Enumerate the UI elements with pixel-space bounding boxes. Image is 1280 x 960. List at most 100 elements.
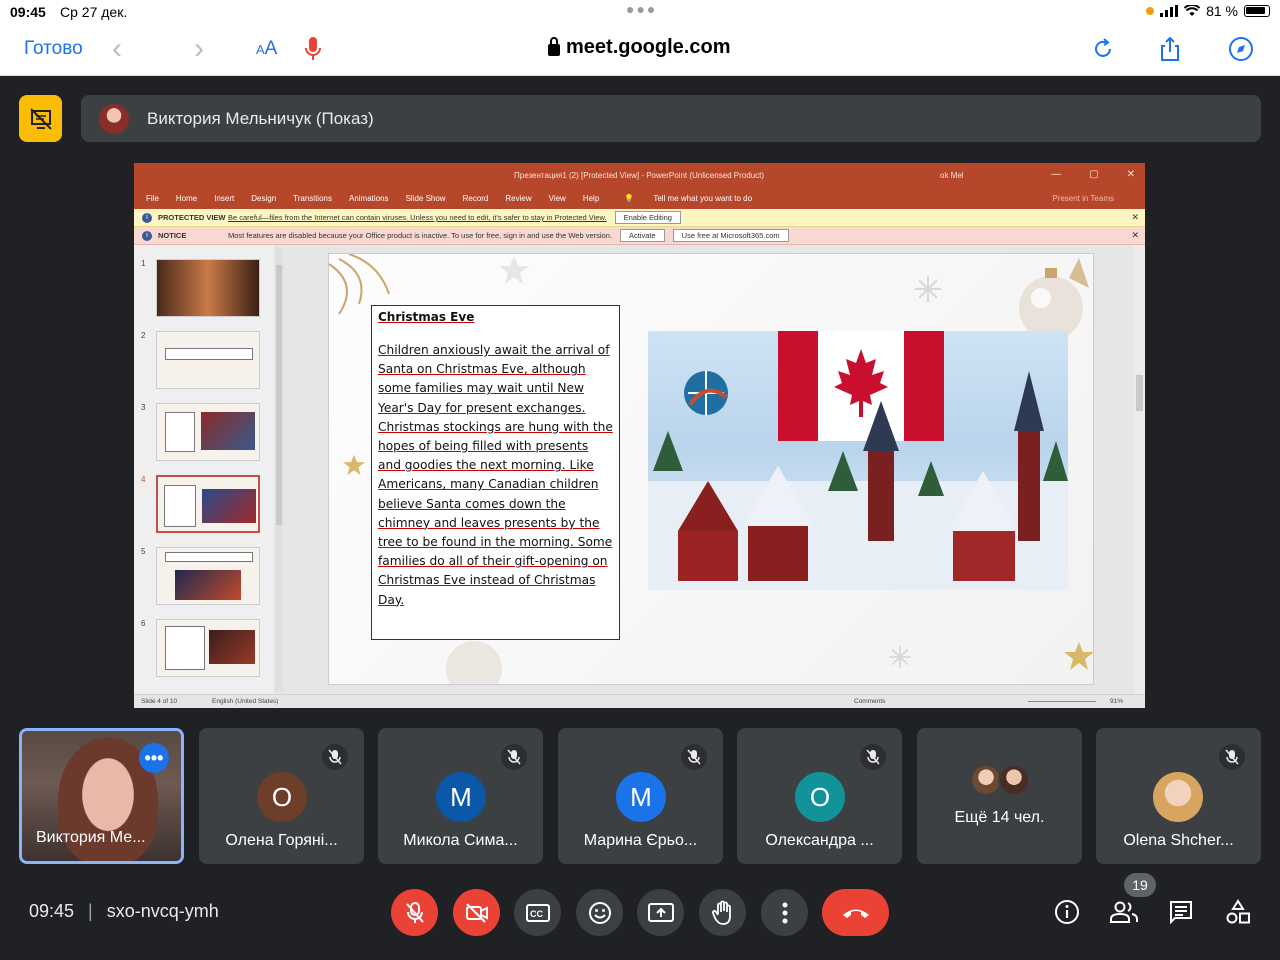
zoom-slider[interactable] [1028,701,1096,702]
close-bar-icon[interactable]: ✕ [1131,230,1139,241]
ribbon-tab[interactable]: Review [505,194,531,203]
use-free-button[interactable]: Use free at Microsoft365.com [672,229,789,242]
minimize-icon[interactable]: — [1051,169,1061,180]
info-icon [1055,900,1079,924]
protected-view-message[interactable]: Be careful—files from the Internet can c… [228,213,607,222]
scroll-thumb[interactable] [276,265,282,525]
ribbon-tab[interactable]: Home [176,194,197,203]
tell-me-search[interactable]: 💡 Tell me what you want to do [624,194,769,203]
more-options-button[interactable] [761,889,808,936]
slide-thumbnails: 1 2 3 4 5 6 [134,245,274,694]
captions-icon: CC [525,903,550,922]
captions-button[interactable]: CC [514,889,561,936]
participant-name: Марина Єрьо... [583,832,698,849]
snowflake-decoration-icon [915,276,941,302]
people-button[interactable] [1109,897,1139,927]
url-text: meet.google.com [566,36,731,58]
canada-village-illustration [648,331,1068,590]
raise-hand-button[interactable] [699,889,746,936]
done-button[interactable]: Готово [24,38,83,60]
close-bar-icon[interactable]: ✕ [1131,212,1139,223]
ribbon-tab[interactable]: Insert [214,194,234,203]
slide-thumbnail[interactable] [156,403,260,461]
ppt-workspace: 1 2 3 4 5 6 Christmas Eve Children anxio… [134,245,1145,694]
slide-thumbnail[interactable] [156,259,260,317]
activate-button[interactable]: Activate [619,229,665,242]
ribbon-tab[interactable]: Help [583,194,599,203]
present-now-button[interactable] [637,889,684,936]
toggle-mic-button[interactable] [391,889,438,936]
svg-text:CC: CC [530,909,543,919]
ppt-ribbon-tabs: File Home Insert Design Transitions Anim… [134,188,1145,209]
participant-tile[interactable]: О Олександра ... [737,728,902,864]
close-window-icon[interactable]: ✕ [1127,169,1135,180]
ribbon-tab[interactable]: View [549,194,566,203]
compass-icon[interactable] [1227,35,1255,63]
thumbnail-scrollbar[interactable] [275,249,283,691]
forward-icon[interactable]: › [194,32,204,66]
star-decoration-icon [1064,642,1093,670]
stop-presenting-button[interactable] [19,95,62,142]
slide-scrollbar[interactable] [1134,245,1145,694]
comments-button[interactable]: Comments [854,698,885,705]
ribbon-tab[interactable]: Slide Show [406,194,446,203]
meeting-info: 09:45 | sxo-nvcq-ymh [29,901,219,922]
ppt-user-name: ok Mel [940,171,964,180]
slide-thumbnail-selected[interactable] [156,475,260,533]
ribbon-tab[interactable]: Animations [349,194,389,203]
leave-call-button[interactable] [822,889,889,936]
slide-body-text: Children anxiously await the arrival of … [378,343,613,607]
back-icon[interactable]: ‹ [112,32,122,66]
current-slide[interactable]: Christmas Eve Children anxiously await t… [328,253,1094,685]
camera-off-icon [465,902,488,923]
present-in-teams[interactable]: Present in Teams [1052,194,1114,203]
info-icon: i [142,230,152,241]
notice-bar: i NOTICE Most features are disabled beca… [134,227,1145,245]
notice-message: Most features are disabled because your … [228,231,612,240]
address-bar[interactable]: meet.google.com [548,36,730,59]
more-participants-tile[interactable]: Ещё 14 чел. [917,728,1082,864]
scroll-thumb[interactable] [1136,375,1143,411]
enable-editing-button[interactable]: Enable Editing [614,211,681,224]
ribbon-tab[interactable]: Record [463,194,489,203]
reload-icon[interactable] [1089,35,1117,63]
toggle-camera-button[interactable] [453,889,500,936]
meeting-time: 09:45 [29,901,75,921]
notice-label: NOTICE [158,231,187,240]
star-decoration-icon [499,256,529,284]
zoom-level[interactable]: 91% [1110,698,1123,705]
maximize-icon[interactable]: ▢ [1089,169,1098,180]
participant-tile[interactable]: О Олена Горяні... [199,728,364,864]
mic-off-icon [501,744,527,770]
microphone-icon[interactable] [303,35,323,63]
ribbon-tab[interactable]: File [146,194,159,203]
participant-tile[interactable]: Olena Shcher... [1096,728,1261,864]
chat-button[interactable] [1166,897,1196,927]
meeting-details-button[interactable] [1052,897,1082,927]
slide-thumbnail[interactable] [156,331,260,389]
presenter-bar: Виктория Мельничук (Показ) [81,95,1261,142]
canada-christmas-image[interactable] [648,331,1068,590]
mic-off-icon [860,744,886,770]
slide-text-box[interactable]: Christmas Eve Children anxiously await t… [371,305,620,640]
people-icon [1110,901,1138,923]
slide-thumbnail[interactable] [156,547,260,605]
emoji-reactions-button[interactable] [576,889,623,936]
star-decoration-icon [343,454,365,476]
ribbon-tab[interactable]: Design [251,194,276,203]
protected-view-bar: i PROTECTED VIEW Be careful—files from t… [134,209,1145,227]
participant-name: Виктория Ме... [36,829,146,846]
share-icon[interactable] [1156,35,1184,63]
people-count-badge: 19 [1124,873,1156,897]
multitask-dots-icon[interactable]: ●●● [626,1,657,17]
participant-tile[interactable]: М Марина Єрьо... [558,728,723,864]
participant-tile-self[interactable]: ••• Виктория Ме... [19,728,184,864]
participant-name: Olena Shcher... [1123,832,1234,849]
ribbon-tab[interactable]: Transitions [293,194,332,203]
participant-tile[interactable]: М Микола Сима... [378,728,543,864]
slide-thumbnail[interactable] [156,619,260,677]
more-options-icon[interactable]: ••• [139,743,169,773]
reader-aa-button[interactable]: AA [256,38,277,60]
thumb-number: 4 [141,475,146,484]
activities-button[interactable] [1223,897,1253,927]
